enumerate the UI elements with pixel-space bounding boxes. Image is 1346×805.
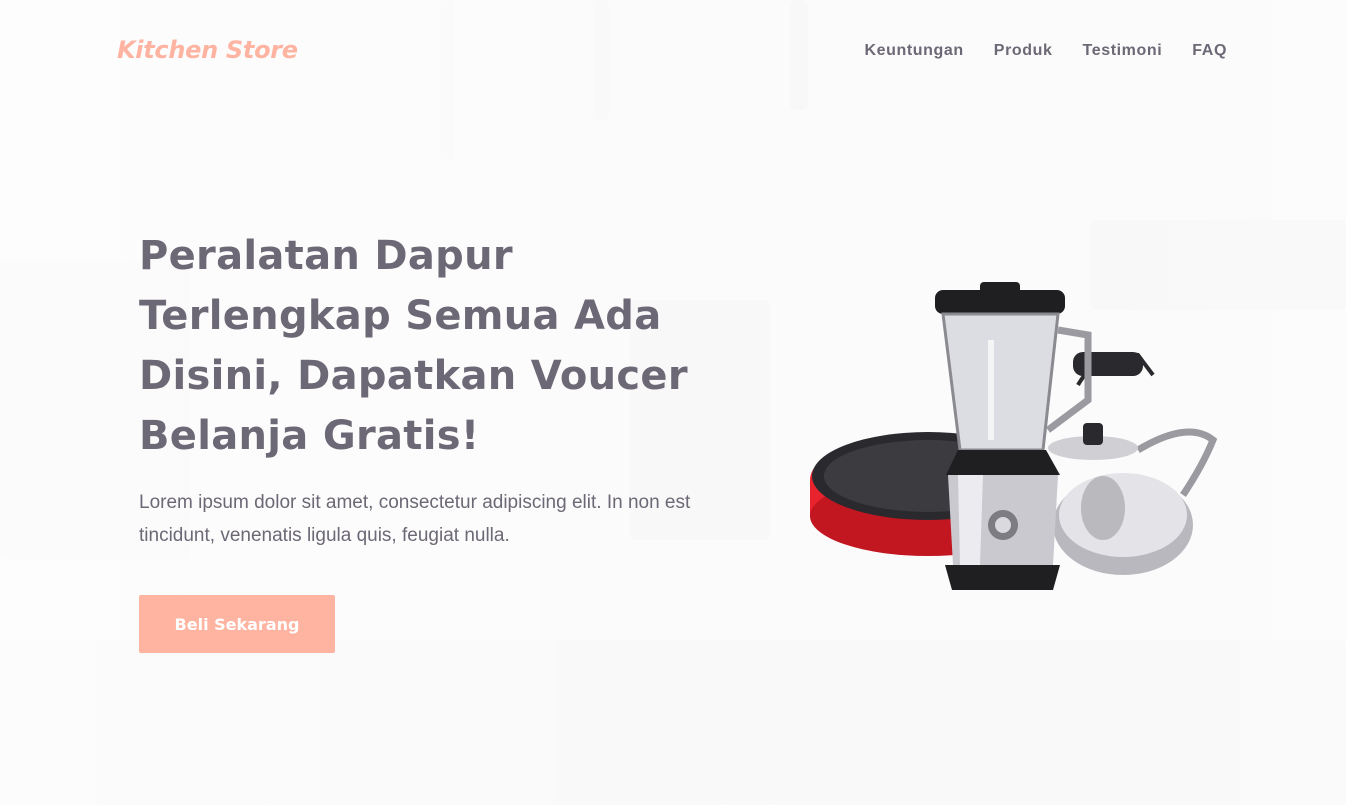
hero-title: Peralatan Dapur Terlengkap Semua Ada Dis… bbox=[139, 233, 688, 459]
kettle-icon bbox=[1048, 352, 1218, 575]
nav-link-produk[interactable]: Produk bbox=[994, 42, 1053, 60]
nav-link-faq[interactable]: FAQ bbox=[1192, 42, 1227, 60]
navbar: Kitchen Store Keuntungan Produk Testimon… bbox=[0, 0, 1346, 106]
buy-now-button[interactable]: Beli Sekarang bbox=[139, 595, 335, 653]
nav-link-keuntungan[interactable]: Keuntungan bbox=[864, 42, 963, 60]
main-nav: Keuntungan Produk Testimoni FAQ bbox=[864, 42, 1227, 60]
nav-link-testimoni[interactable]: Testimoni bbox=[1083, 42, 1163, 60]
kitchen-appliances-image bbox=[808, 280, 1228, 600]
hero-description: Lorem ipsum dolor sit amet, consectetur … bbox=[139, 492, 691, 546]
brand-logo[interactable]: Kitchen Store bbox=[117, 36, 298, 64]
